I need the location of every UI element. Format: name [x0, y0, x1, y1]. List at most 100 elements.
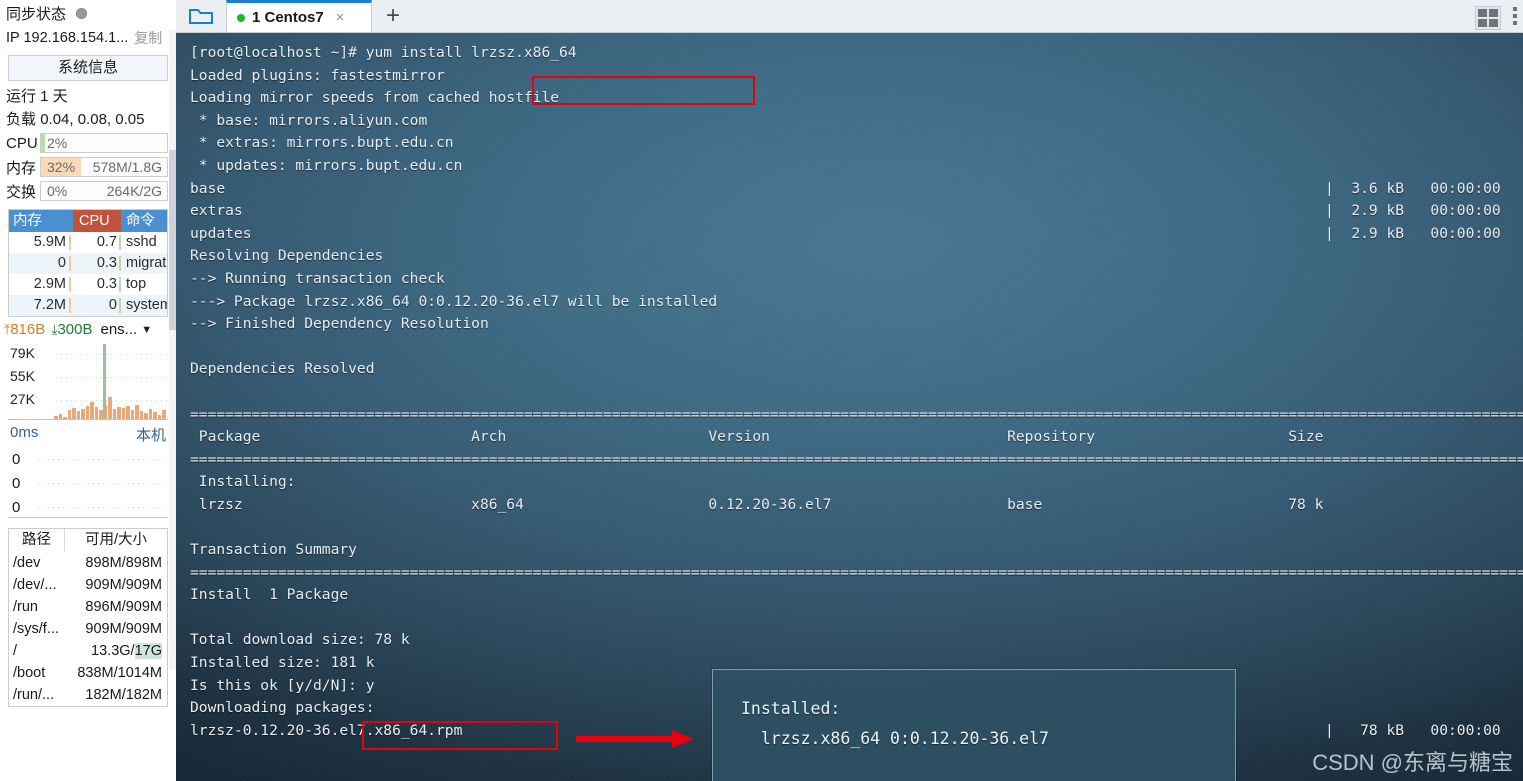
meter-percent: 0% [47, 183, 68, 199]
network-bar [58, 414, 63, 419]
ping-row: 0 [8, 471, 168, 495]
network-bar [144, 413, 148, 419]
system-info-button[interactable]: 系统信息 [8, 55, 168, 81]
grid-cell [1489, 9, 1498, 17]
main-area: 1 Centos7 × + [root@localhost ~]# yum in… [176, 0, 1523, 781]
disk-table-body: /dev 898M/898M/dev/... 909M/909M/run 896M/9… [9, 552, 167, 706]
process-cpu: 0.7 [73, 232, 121, 253]
process-table: 内存 CPU 命令 5.9M0.7sshd00.3migratio2.9M0.3… [8, 209, 168, 317]
network-bar [153, 412, 157, 419]
ping-tick: 0 [12, 474, 21, 492]
disk-size: 182M/182M [85, 687, 162, 703]
tab-status-dot-icon [237, 13, 245, 22]
process-mem: 5.9M [9, 232, 73, 253]
annotation-arrow-icon [576, 730, 694, 748]
disk-table-header: 路径 可用/大小 [9, 529, 167, 552]
network-bar [90, 402, 94, 419]
disk-row: /run/... 182M/182M [9, 684, 167, 706]
load-label: 负载 [6, 111, 37, 128]
process-row: 2.9M 0.3 top [9, 274, 167, 295]
meter-percent: 32% [47, 159, 76, 175]
disk-path: /dev/... [13, 577, 57, 593]
network-bar [135, 405, 139, 419]
grid-layout-icon[interactable] [1475, 6, 1501, 30]
copy-ip-button[interactable]: 复制 [134, 28, 162, 48]
ping-host-label: 本机 [135, 427, 166, 444]
disk-size: 909M/909M [85, 577, 162, 593]
network-bar [67, 410, 72, 419]
meter-bar: 2% [40, 133, 168, 153]
network-interface-label[interactable]: ens... [101, 321, 138, 338]
network-bar [139, 411, 144, 419]
ping-row: 0 [8, 447, 168, 471]
sidebar-monitor-panel: 同步状态 IP 192.168.154.1... 复制 系统信息 运行 1 天 … [0, 0, 176, 781]
resource-meters: CPU 2% 内存 32% 578M/1.8G 交换 0% 264K/2G [0, 131, 176, 203]
upload-value: 816B [10, 321, 46, 338]
terminal-line: Transaction Summary [190, 541, 357, 559]
process-row: 7.2M0 systemd [9, 295, 167, 316]
network-axis-tick: 27K [10, 391, 35, 407]
meter-fill [41, 134, 45, 152]
terminal-line: * extras: mirrors.bupt.edu.cn [190, 134, 454, 152]
terminal-line: Package Arch Version Repository Size [190, 428, 1324, 446]
terminal-line: ========================================… [190, 563, 1523, 581]
terminal-line: base | 3.6 kB 00:00:00 [190, 178, 1523, 201]
ping-gridline [38, 482, 168, 484]
disk-size-highlight: 17G [134, 643, 162, 659]
network-bar [117, 407, 121, 419]
terminal-line: --> Finished Dependency Resolution [190, 315, 489, 333]
disk-size: 13.3G/17G [91, 643, 162, 659]
terminal-line: extras | 2.9 kB 00:00:00 [190, 200, 1523, 223]
watermark-label: CSDN @东离与糖宝 [1312, 750, 1513, 775]
sidebar-scrollbar-thumb[interactable] [169, 150, 176, 330]
process-cpu: 0 [73, 295, 121, 316]
kebab-menu-icon[interactable] [1513, 7, 1517, 25]
uptime-row: 运行 1 天 [0, 85, 176, 108]
disk-col-path: 路径 [9, 529, 65, 552]
process-cpu: 0.3 [73, 274, 121, 295]
process-col-mem: 内存 [9, 210, 73, 232]
process-mem: 2.9M [9, 274, 73, 295]
process-table-body: 5.9M0.7sshd00.3migratio2.9M0.3top7.2M0sy… [9, 232, 167, 316]
network-bar [162, 410, 166, 419]
sync-status-label: 同步状态 [6, 5, 67, 23]
disk-path: /run/... [13, 687, 55, 703]
close-icon[interactable]: × [336, 10, 345, 25]
chevron-down-icon[interactable]: ▼ [141, 324, 152, 336]
network-traffic-graph: 79K 55K 27K [8, 342, 168, 420]
disk-row: /run 896M/909M [9, 596, 167, 618]
grid-cell [1478, 19, 1487, 27]
terminal-line: [root@localhost ~]# yum install lrzsz.x8… [190, 44, 577, 61]
tab-centos7[interactable]: 1 Centos7 × [226, 0, 372, 32]
meter-label: 内存 [6, 159, 37, 177]
new-tab-button[interactable]: + [372, 0, 414, 32]
meter-bar: 0% 264K/2G [40, 181, 168, 201]
network-bar [85, 406, 90, 419]
terminal-repo-size: | 78 kB 00:00:00 [1325, 721, 1501, 739]
meter-percent: 2% [47, 135, 68, 151]
terminal-line: --> Running transaction check [190, 269, 445, 287]
process-cmd: top [126, 276, 147, 292]
terminal-line: * updates: mirrors.bupt.edu.cn [190, 156, 463, 174]
ping-row: 0 [8, 495, 168, 519]
folder-open-icon[interactable] [176, 0, 226, 32]
ping-tick: 0 [12, 450, 21, 468]
process-row: 5.9M 0.7 sshd [9, 232, 167, 253]
app-root: 同步状态 IP 192.168.154.1... 复制 系统信息 运行 1 天 … [0, 0, 1523, 781]
disk-path: /run [13, 599, 38, 615]
install-result-overlay: Installed: lrzsz.x86_64 0:0.12.20-36.el7… [712, 669, 1236, 781]
network-axis-tick: 79K [10, 345, 35, 361]
process-cmd: systemd [126, 297, 167, 313]
terminal-viewport[interactable]: [root@localhost ~]# yum install lrzsz.x8… [176, 33, 1523, 781]
disk-size: 909M/909M [85, 621, 162, 637]
terminal-line: Installing: [190, 473, 296, 491]
terminal-line: lrzsz x86_64 0.12.20-36.el7 base 78 k [190, 495, 1324, 513]
network-graph-bars [54, 395, 166, 419]
sidebar-scrollbar[interactable] [169, 30, 176, 670]
tab-title: 1 Centos7 [252, 9, 324, 26]
meter-bar: 32% 578M/1.8G [40, 157, 168, 177]
process-table-header: 内存 CPU 命令 [9, 210, 167, 232]
meter-value: 264K/2G [106, 183, 162, 199]
